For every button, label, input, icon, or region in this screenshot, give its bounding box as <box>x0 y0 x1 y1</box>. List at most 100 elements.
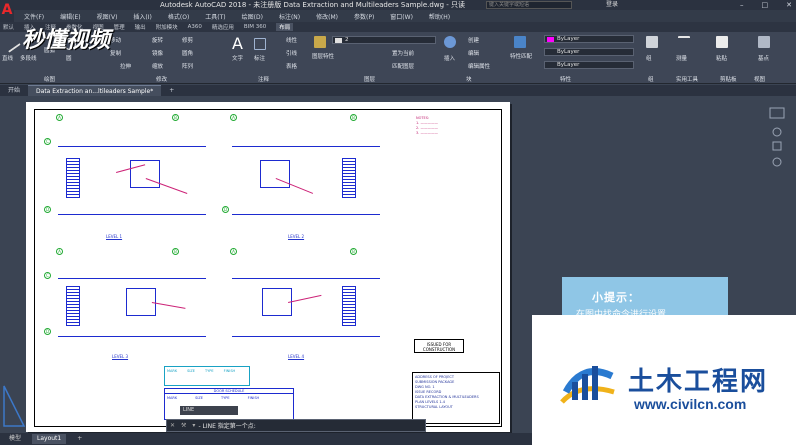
app-menu-button[interactable]: A <box>0 0 14 22</box>
line-button[interactable]: 直线 <box>2 54 13 62</box>
stretch-button[interactable]: 拉伸 <box>120 62 131 70</box>
set-current-button[interactable]: 置为当前 <box>392 49 414 57</box>
table-header: FINISH <box>247 396 260 400</box>
move-button[interactable]: 移动 <box>110 36 121 44</box>
doc-tab-drawing[interactable]: Data Extraction an...ltileaders Sample* <box>28 85 162 96</box>
tab-bim360[interactable]: BIM 360 <box>244 24 266 30</box>
layer-combo[interactable]: 2 <box>332 36 436 44</box>
match-layer-button[interactable]: 匹配图层 <box>392 62 414 70</box>
measure-icon <box>678 36 690 48</box>
base-point-button[interactable]: 基点 <box>758 54 769 62</box>
menu-file[interactable]: 文件(F) <box>24 12 44 21</box>
menu-edit[interactable]: 编辑(E) <box>60 12 80 21</box>
grid-bubble: D <box>44 328 51 335</box>
menu-parameter[interactable]: 参数(P) <box>354 12 374 21</box>
array-button[interactable]: 阵列 <box>182 62 193 70</box>
grid-bubble: B <box>350 114 357 121</box>
door-schedule-table[interactable]: DOOR SCHEDULE MARK SIZE TYPE FINISH <box>164 388 294 420</box>
wall <box>58 278 206 279</box>
maximize-icon[interactable]: □ <box>762 0 769 10</box>
steering-wheel-icon <box>772 127 782 137</box>
tab-featured-apps[interactable]: 精选应用 <box>212 23 234 31</box>
recent-commands-icon[interactable]: ▾ <box>189 422 198 429</box>
window-title: Autodesk AutoCAD 2018 - 未注册版 Data Extrac… <box>160 1 465 9</box>
color-swatch <box>547 37 554 42</box>
menu-help[interactable]: 帮助(H) <box>429 12 450 21</box>
tab-layout[interactable]: 布局 <box>276 23 294 31</box>
tab-default[interactable]: 默认 <box>3 23 14 31</box>
trim-button[interactable]: 修剪 <box>182 36 193 44</box>
paste-button[interactable]: 粘贴 <box>716 54 727 62</box>
edit-block-button[interactable]: 编辑 <box>468 49 479 57</box>
copy-button[interactable]: 复制 <box>110 49 121 57</box>
general-notes: NOTES: 1. ————— 2. ————— 3. ————— <box>416 116 438 135</box>
fillet-button[interactable]: 圆角 <box>182 49 193 57</box>
grid-bubble: B <box>172 114 179 121</box>
color-combo-value: ByLayer <box>557 36 580 42</box>
table-header: TYPE <box>221 396 230 400</box>
group-button[interactable]: 组 <box>646 54 652 62</box>
menu-view[interactable]: 视图(V) <box>97 12 118 21</box>
grid-bubble: D <box>44 206 51 213</box>
extraction-table[interactable]: MARK SIZE TYPE FINISH <box>164 366 250 386</box>
color-combo[interactable]: ByLayer <box>544 35 634 43</box>
tab-layout1[interactable]: Layout1 <box>32 434 67 444</box>
search-input[interactable]: 键入关键字或短语 <box>486 1 572 9</box>
text-button[interactable]: 文字 <box>232 54 243 62</box>
menu-draw[interactable]: 绘图(D) <box>242 12 263 21</box>
wall <box>58 146 206 147</box>
wall <box>232 278 380 279</box>
menu-window[interactable]: 窗口(W) <box>390 12 413 21</box>
wall <box>58 336 206 337</box>
wrench-icon[interactable]: ⚒ <box>178 422 189 429</box>
mirror-button[interactable]: 镜像 <box>152 49 163 57</box>
rotate-button[interactable]: 旋转 <box>152 36 163 44</box>
menu-dimension[interactable]: 标注(N) <box>279 12 300 21</box>
tab-model[interactable]: 模型 <box>4 434 26 444</box>
add-layout-icon[interactable]: + <box>72 434 87 444</box>
level-label: LEVEL 3 <box>112 354 129 359</box>
leader-button[interactable]: 引线 <box>286 49 297 57</box>
tab-output[interactable]: 输出 <box>135 23 146 31</box>
login-button[interactable]: 登录 <box>606 0 618 10</box>
command-line[interactable]: ✕ ⚒ ▾ - LINE 指定第一个点: <box>166 419 426 432</box>
menu-format[interactable]: 格式(O) <box>168 12 189 21</box>
scale-button[interactable]: 缩放 <box>152 62 163 70</box>
menu-modify[interactable]: 修改(M) <box>316 12 338 21</box>
new-tab-icon[interactable]: + <box>161 85 182 96</box>
menu-insert[interactable]: 插入(I) <box>133 12 151 21</box>
lineweight-combo[interactable]: ByLayer <box>544 61 634 69</box>
measure-button[interactable]: 测量 <box>676 54 687 62</box>
issue-stamp: ISSUED FOR CONSTRUCTION <box>414 339 464 353</box>
tab-addins[interactable]: 附加模块 <box>156 23 178 31</box>
site-logo-name: 土木工程网 <box>628 367 769 397</box>
polyline-button[interactable]: 多段线 <box>20 54 37 62</box>
minimize-icon[interactable]: – <box>740 0 744 10</box>
navigation-bar[interactable] <box>766 106 788 176</box>
zoom-icon <box>772 157 782 167</box>
circle-button[interactable]: 圆 <box>66 54 72 62</box>
dimension-button[interactable]: 标注 <box>254 54 265 62</box>
tab-a360[interactable]: A360 <box>188 24 202 30</box>
menu-tools[interactable]: 工具(T) <box>205 12 225 21</box>
title-block[interactable]: ADDRESS OF PROJECT SUBMISSION PACKAGE DW… <box>412 372 500 424</box>
grid-bubble: A <box>230 114 237 121</box>
tab-manage[interactable]: 管理 <box>114 23 125 31</box>
linetype-combo[interactable]: ByLayer <box>544 48 634 56</box>
command-prompt[interactable]: - LINE 指定第一个点: <box>198 421 255 430</box>
video-watermark: 秒懂视频 <box>22 28 111 53</box>
insert-button[interactable]: 插入 <box>444 54 455 62</box>
match-properties-button[interactable]: 特性匹配 <box>510 52 532 60</box>
stamp-line: CONSTRUCTION <box>422 347 456 352</box>
table-button[interactable]: 表格 <box>286 62 297 70</box>
group-label-layer: 图层 <box>364 77 376 83</box>
doc-tab-start[interactable]: 开始 <box>0 85 28 96</box>
layer-properties-icon <box>314 36 326 48</box>
edit-attributes-button[interactable]: 编辑属性 <box>468 62 490 70</box>
group-label-utilities: 实用工具 <box>676 77 699 83</box>
create-block-button[interactable]: 创建 <box>468 36 479 44</box>
linear-dim-button[interactable]: 线性 <box>286 36 297 44</box>
close-icon[interactable]: ✕ <box>786 0 792 10</box>
close-icon[interactable]: ✕ <box>167 422 178 429</box>
layer-properties-button[interactable]: 图层特性 <box>312 52 334 60</box>
